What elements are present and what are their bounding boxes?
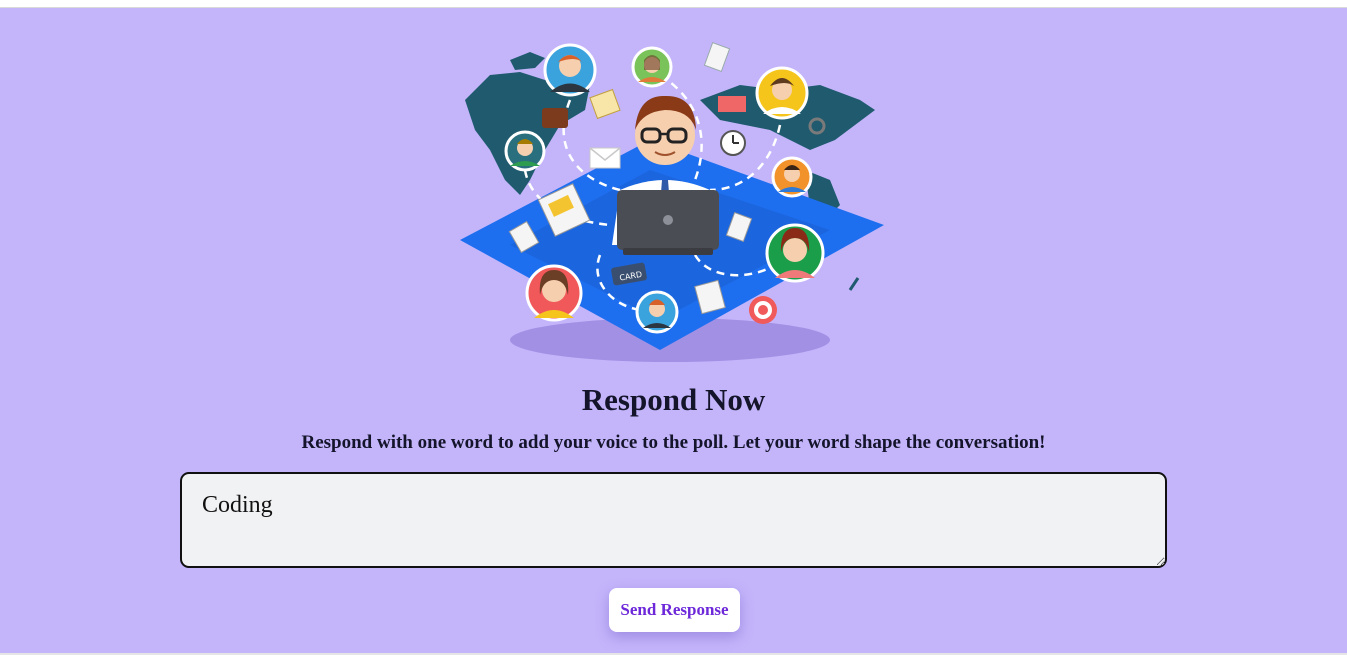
- browser-top-edge: [0, 0, 1347, 8]
- page-title: Respond Now: [581, 382, 766, 417]
- avatar-icon: [525, 264, 583, 322]
- avatar-icon: [631, 46, 673, 88]
- avatar-icon: [765, 223, 825, 283]
- avatar-icon: [755, 66, 809, 120]
- avatar-icon: [543, 43, 597, 97]
- avatar-icon: [504, 130, 546, 172]
- network-illustration-icon: CARD: [460, 42, 884, 362]
- avatar-icon: [771, 156, 813, 198]
- send-response-button[interactable]: Send Response: [609, 588, 740, 632]
- response-input[interactable]: Coding: [180, 472, 1167, 568]
- avatar-icon: [635, 290, 679, 334]
- page-subtitle: Respond with one word to add your voice …: [301, 432, 1046, 453]
